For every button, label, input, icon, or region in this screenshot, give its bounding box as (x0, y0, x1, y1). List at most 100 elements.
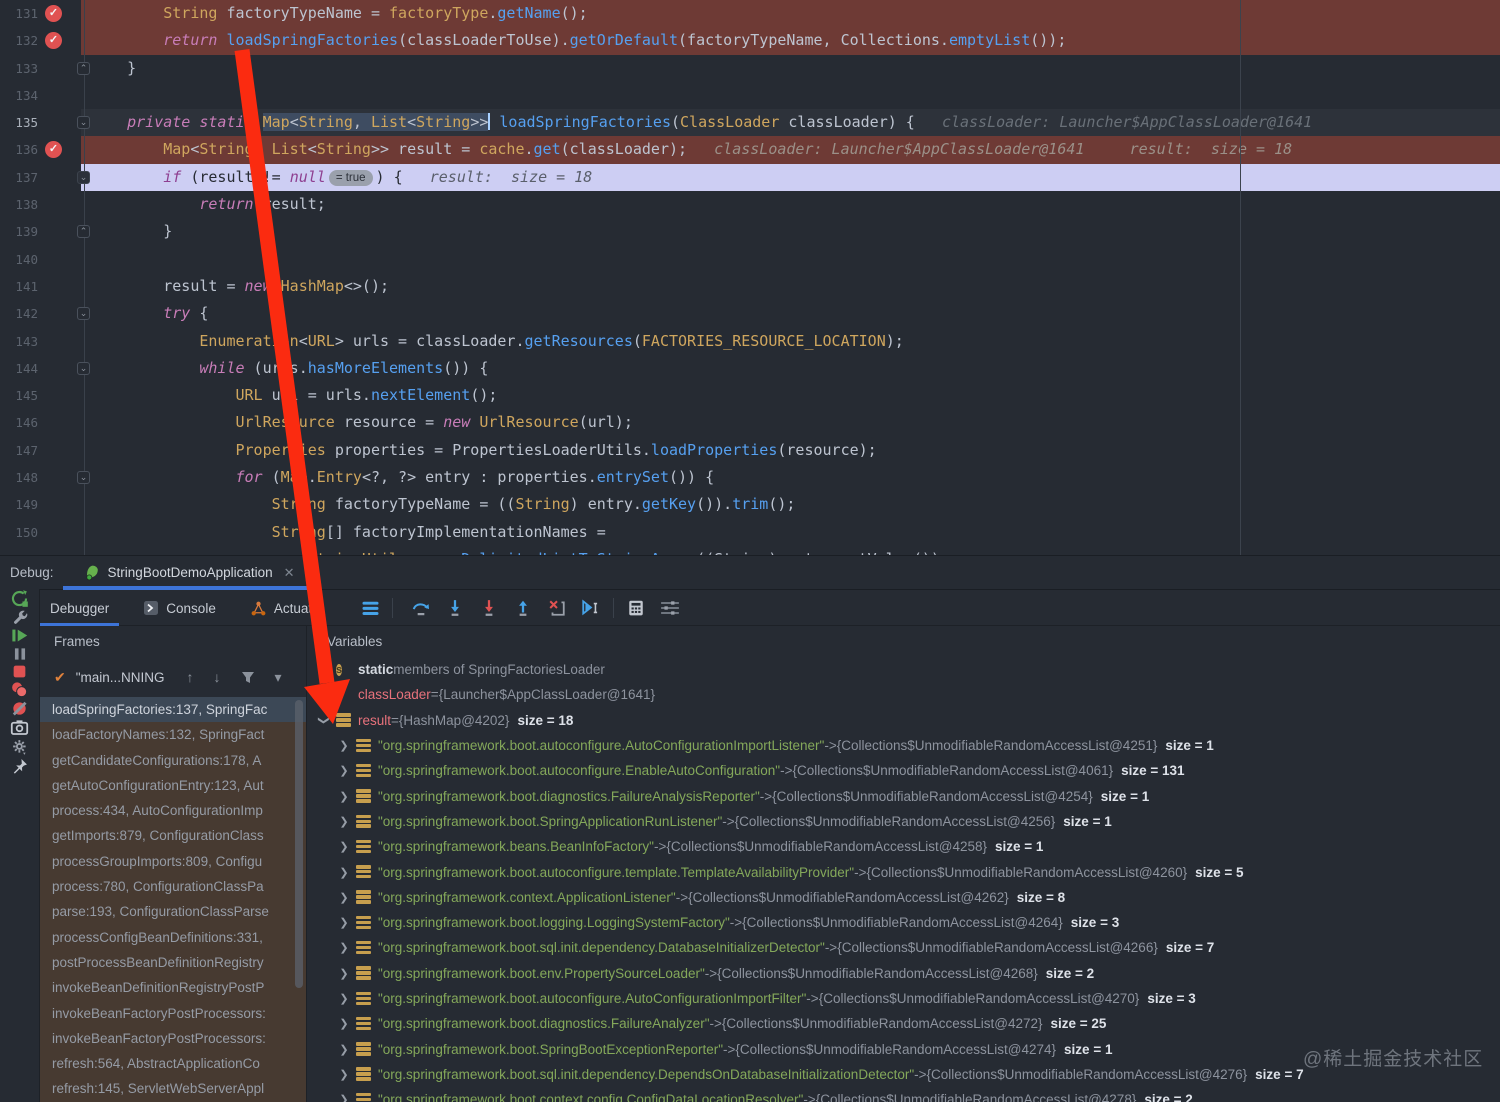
expand-chevron-icon[interactable]: ❯ (337, 840, 351, 853)
variable-entry-row[interactable]: ❯ "org.springframework.boot.autoconfigure… (307, 733, 1500, 758)
frame-row[interactable]: invokeBeanFactoryPostProcessors: (40, 1025, 306, 1052)
expand-chevron-icon[interactable]: ❯ (337, 790, 351, 803)
editor-line[interactable]: 151 StringUtils.commaDelimitedListToStri… (0, 546, 1500, 555)
expand-chevron-icon[interactable]: ❯ (337, 941, 351, 954)
force-step-into-button[interactable] (475, 596, 503, 620)
editor-line[interactable]: 141 result = new HashMap<>(); (0, 273, 1500, 300)
frame-row[interactable]: getCandidateConfigurations:178, A (40, 747, 306, 773)
thread-dump-camera-icon[interactable] (10, 718, 29, 737)
expand-chevron-icon[interactable]: ❯ (337, 1017, 351, 1030)
mute-breakpoints-button[interactable] (10, 699, 29, 718)
frame-row[interactable]: processConfigBeanDefinitions:331, (40, 924, 306, 950)
variable-entry-row[interactable]: ❯ "org.springframework.boot.autoconfigure… (307, 758, 1500, 783)
rerun-button[interactable] (10, 589, 29, 608)
tab-console[interactable]: Console (133, 591, 226, 625)
editor-line[interactable]: 142 ⌄ try { (0, 300, 1500, 327)
wrench-icon[interactable] (11, 608, 29, 626)
editor-line[interactable]: 134 (0, 82, 1500, 109)
breakpoint-icon[interactable]: ✓ (45, 5, 62, 22)
frame-row[interactable]: refresh:145, ServletWebServerAppl (40, 1076, 306, 1102)
frame-row[interactable]: processGroupImports:809, Configu (40, 848, 306, 875)
editor-line[interactable]: 135 ⌄ private static Map<String, List<Str… (0, 109, 1500, 136)
expand-chevron-icon[interactable]: ❯ (337, 891, 351, 904)
thread-dropdown-chevron-icon[interactable]: ▾ (275, 669, 282, 686)
variable-entry-row[interactable]: ❯ "org.springframework.context.Applicatio… (307, 885, 1500, 910)
editor-line[interactable]: 139 ⌃ } (0, 218, 1500, 245)
editor-line[interactable]: 149 String factoryTypeName = ((String) e… (0, 491, 1500, 518)
editor-line[interactable]: 136 ✓ Map<String, List<String>> result = … (0, 136, 1500, 164)
variable-entry-row[interactable]: ❯ "org.springframework.boot.context.confi… (307, 1087, 1500, 1102)
frame-row[interactable]: refresh:564, AbstractApplicationCo (40, 1051, 306, 1077)
evaluate-expression-calculator-icon[interactable] (622, 596, 650, 620)
frame-row[interactable]: getImports:879, ConfigurationClass (40, 823, 306, 849)
expand-chevron-icon[interactable]: ❯ (337, 866, 351, 879)
editor-line[interactable]: 146 UrlResource resource = new UrlResour… (0, 409, 1500, 436)
expand-chevron-icon[interactable]: ❯ (317, 663, 331, 676)
view-breakpoints-button[interactable] (10, 680, 29, 699)
frame-row[interactable]: process:780, ConfigurationClassPa (40, 874, 306, 900)
variable-entry-row[interactable]: ❯ "org.springframework.boot.autoconfigure… (307, 859, 1500, 884)
resume-button[interactable] (10, 626, 29, 645)
tab-actuator[interactable]: Actuator (240, 591, 334, 625)
session-tab[interactable]: StringBootDemoApplication ✕ (74, 556, 305, 590)
collapse-chevron-icon[interactable]: ❯ (318, 713, 331, 727)
expand-chevron-icon[interactable]: ❯ (317, 688, 331, 701)
expand-chevron-icon[interactable]: ❯ (337, 739, 351, 752)
frame-up-icon[interactable]: ↑ (187, 669, 194, 685)
step-into-button[interactable] (441, 596, 469, 620)
variable-entry-row[interactable]: ❯ "org.springframework.boot.SpringApplica… (307, 809, 1500, 834)
editor-line[interactable]: 140 (0, 246, 1500, 273)
variable-row-result[interactable]: ❯ result = {HashMap@4202} size = 18 (307, 708, 1500, 733)
editor-line[interactable]: 138 return result; (0, 191, 1500, 218)
tab-debugger[interactable]: Debugger (40, 591, 120, 626)
editor-line[interactable]: 148 ⌄ for (Map.Entry<?, ?> entry : proper… (0, 464, 1500, 491)
editor-line[interactable]: 137 ⌄ if (result != null = true) { result:… (0, 163, 1500, 192)
drop-frame-button[interactable] (543, 596, 571, 620)
breakpoint-icon[interactable]: ✓ (45, 32, 62, 50)
expand-chevron-icon[interactable]: ❯ (337, 1043, 351, 1056)
expand-chevron-icon[interactable]: ❯ (337, 764, 351, 777)
stop-button[interactable] (11, 663, 28, 680)
frame-row[interactable]: loadSpringFactories:137, SpringFac (40, 697, 306, 723)
editor-line[interactable]: 131 ✓ String factoryTypeName = factoryTyp… (0, 0, 1500, 28)
frame-row[interactable]: loadFactoryNames:132, SpringFact (40, 722, 306, 748)
step-over-button[interactable] (407, 596, 435, 620)
variable-entry-row[interactable]: ❯ "org.springframework.beans.BeanInfoFact… (307, 834, 1500, 859)
editor-line[interactable]: 133 ⌃ } (0, 55, 1500, 82)
variable-entry-row[interactable]: ❯ "org.springframework.boot.sql.init.depe… (307, 935, 1500, 960)
variable-entry-row[interactable]: ❯ "org.springframework.boot.env.PropertyS… (307, 961, 1500, 986)
expand-chevron-icon[interactable]: ❯ (337, 1068, 351, 1081)
editor-line[interactable]: 132 ✓ return loadSpringFactories(classLoa… (0, 27, 1500, 55)
layout-settings-icon[interactable] (656, 596, 684, 620)
variable-entry-row[interactable]: ❯ "org.springframework.boot.autoconfigure… (307, 986, 1500, 1011)
expand-chevron-icon[interactable]: ❯ (337, 967, 351, 980)
variable-entry-row[interactable]: ❯ "org.springframework.boot.diagnostics.F… (307, 1011, 1500, 1036)
hamburger-menu-icon[interactable] (356, 596, 384, 620)
pause-button[interactable] (11, 645, 29, 663)
thread-selector[interactable]: ✔ "main...NNING ↑ ↓ ▾ (40, 657, 306, 697)
frames-scrollbar[interactable] (295, 700, 303, 988)
pin-icon[interactable] (11, 757, 29, 775)
editor-line[interactable]: 145 URL url = urls.nextElement(); (0, 382, 1500, 409)
variable-entry-row[interactable]: ❯ "org.springframework.boot.diagnostics.F… (307, 783, 1500, 808)
expand-chevron-icon[interactable]: ❯ (337, 916, 351, 929)
frame-down-icon[interactable]: ↓ (214, 669, 221, 685)
expand-chevron-icon[interactable]: ❯ (337, 815, 351, 828)
editor-line[interactable]: 147 Properties properties = PropertiesLo… (0, 437, 1500, 464)
frame-row[interactable]: process:434, AutoConfigurationImp (40, 798, 306, 824)
close-icon[interactable]: ✕ (284, 565, 295, 581)
variable-row-static[interactable]: ❯ s static members of SpringFactoriesLoa… (307, 657, 1500, 682)
expand-chevron-icon[interactable]: ❯ (337, 992, 351, 1005)
breakpoint-icon[interactable]: ✓ (45, 141, 62, 159)
filter-funnel-icon[interactable] (241, 671, 255, 684)
frame-row[interactable]: invokeBeanFactoryPostProcessors: (40, 1000, 306, 1026)
run-to-cursor-button[interactable] (577, 596, 605, 620)
code-editor[interactable]: 131 ✓ String factoryTypeName = factoryTyp… (0, 0, 1500, 556)
expand-chevron-icon[interactable]: ❯ (337, 1093, 351, 1102)
debugger-settings-gear-icon[interactable] (10, 737, 30, 757)
frame-row[interactable]: parse:193, ConfigurationClassParse (40, 899, 306, 925)
step-out-button[interactable] (509, 596, 537, 620)
frame-row[interactable]: postProcessBeanDefinitionRegistry (40, 949, 306, 976)
frame-row[interactable]: invokeBeanDefinitionRegistryPostP (40, 975, 306, 1001)
variable-row-classloader[interactable]: ❯ p classLoader = {Launcher$AppClassLoad… (307, 682, 1500, 707)
